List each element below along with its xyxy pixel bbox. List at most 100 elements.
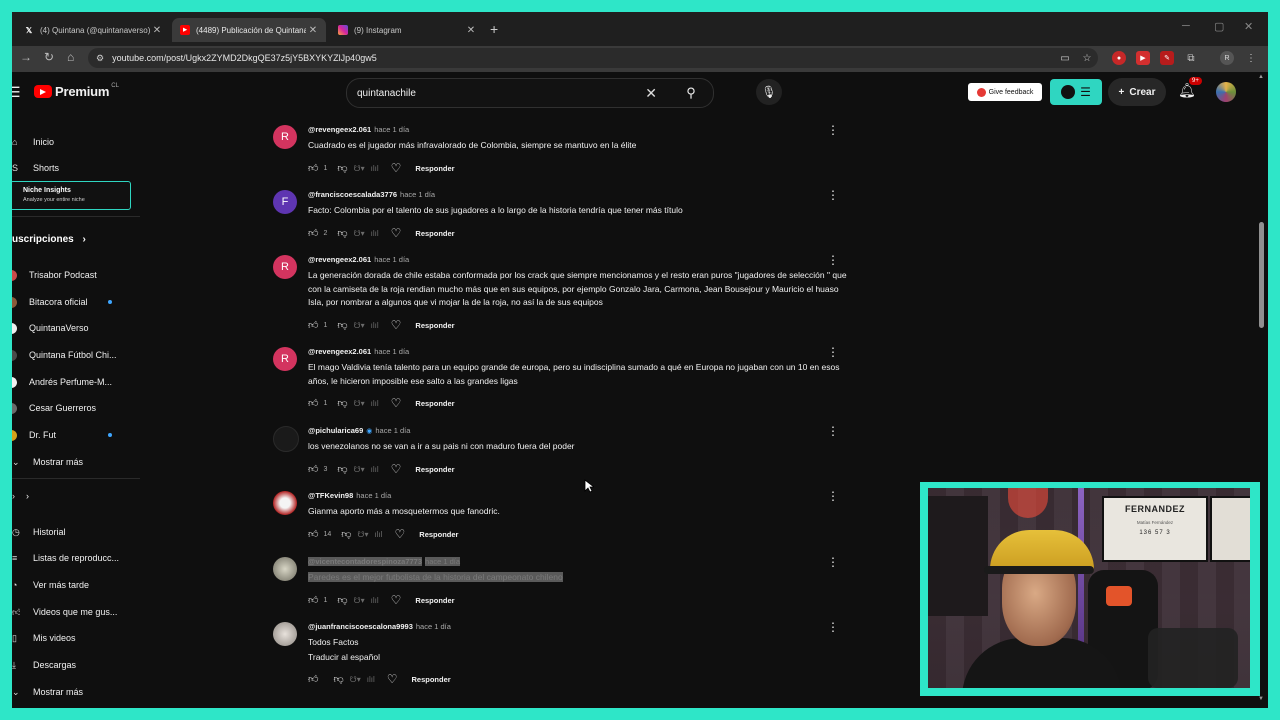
extension-icon[interactable]: ▶ [1136,51,1150,65]
comment-author[interactable]: @TFKevin98 [308,491,353,500]
stats-icon[interactable]: ılıl [371,229,379,238]
address-bar[interactable]: ⚙ youtube.com/post/Ugkx2ZYMD2DkgQE37z5jY… [88,48,1098,68]
sidebar-item-my-videos[interactable]: ▯ Mis videos [12,628,76,648]
extension-dislike-icon[interactable]: ☋▾ [350,675,361,684]
thumbs-up-icon[interactable]: 👍︎ [308,528,318,540]
more-options-icon[interactable]: ⋮ [827,621,839,633]
heart-icon[interactable]: ♡ [391,226,402,240]
sidebar-item-inicio[interactable]: ⌂ Inicio [12,132,54,152]
stats-icon[interactable]: ılıl [371,399,379,408]
heart-icon[interactable]: ♡ [391,462,402,476]
heart-icon[interactable]: ♡ [391,396,402,410]
extension-dislike-icon[interactable]: ☋▾ [357,530,368,539]
cast-icon[interactable]: ▭ [1058,51,1072,65]
extension-icon[interactable]: ● [1112,51,1126,65]
home-icon[interactable]: ⌂ [67,50,74,64]
sidebar-subscription[interactable]: Quintana Fútbol Chi... [12,345,117,365]
sidebar-subscription[interactable]: QuintanaVerso [12,318,89,338]
thumbs-down-icon[interactable]: 👎︎ [337,463,347,475]
more-options-icon[interactable]: ⋮ [827,189,839,201]
sidebar-subscription[interactable]: Cesar Guerreros [12,398,96,418]
reply-button[interactable]: Responder [415,164,454,173]
comment-author[interactable]: @franciscoescalada3776 [308,190,397,199]
comment-time[interactable]: hace 1 día [416,622,451,631]
thumbs-up-icon[interactable]: 👍︎ [308,162,318,174]
thumbs-down-icon[interactable]: 👎︎ [337,319,347,331]
sidebar-you-heading[interactable]: › › [12,486,29,506]
user-avatar[interactable]: R [273,255,297,279]
niche-insights-banner[interactable]: Niche Insights Analyze your entire niche [12,181,131,210]
scrollbar-thumb[interactable] [1259,222,1264,328]
search-input[interactable]: quintanachile [357,88,645,99]
reply-button[interactable]: Responder [415,465,454,474]
new-tab-icon[interactable]: + [490,21,498,37]
user-avatar[interactable] [273,491,297,515]
bookmark-star-icon[interactable]: ☆ [1080,51,1094,65]
thumbs-down-icon[interactable]: 👎︎ [337,227,347,239]
maximize-icon[interactable]: ▢ [1214,20,1224,33]
thumbs-down-icon[interactable]: 👎︎ [341,528,351,540]
youtube-premium-logo[interactable]: Premium CL [34,83,119,99]
heart-icon[interactable]: ♡ [391,318,402,332]
extension-dislike-icon[interactable]: ☋▾ [354,321,365,330]
reply-button[interactable]: Responder [415,321,454,330]
more-options-icon[interactable]: ⋮ [827,124,839,136]
thumbs-up-icon[interactable]: 👍︎ [308,227,318,239]
user-avatar[interactable]: R [273,347,297,371]
more-options-icon[interactable]: ⋮ [827,254,839,266]
user-avatar[interactable]: R [273,125,297,149]
comment-author[interactable]: @juanfranciscoescalona9993 [308,622,413,631]
sidebar-item-watch-later[interactable]: ◔ Ver más tarde [12,575,89,595]
stats-icon[interactable]: ılıl [371,596,379,605]
browser-tab-instagram[interactable]: (9) Instagram ✕ [330,18,484,42]
stats-icon[interactable]: ılıl [371,164,379,173]
browser-tab-x[interactable]: 𝕏 (4) Quintana (@quintanaverso) ✕ [16,18,170,42]
extension-dislike-icon[interactable]: ☋▾ [354,399,365,408]
search-button[interactable]: ⚲ [669,79,713,107]
browser-menu-icon[interactable]: ⋮ [1244,51,1258,65]
extension-icon[interactable]: ✎ [1160,51,1174,65]
thumbs-up-icon[interactable]: 👍︎ [308,594,318,606]
sidebar-show-more-2[interactable]: ⌄ Mostrar más [12,682,83,702]
browser-tab-youtube[interactable]: ▶ (4489) Publicación de Quintana ✕ [172,18,326,42]
thumbs-up-icon[interactable]: 👍︎ [308,673,318,685]
user-avatar[interactable] [273,557,297,581]
scroll-down-icon[interactable]: ▼ [1258,696,1264,702]
extension-menu-button[interactable]: ☰ [1050,79,1102,105]
sidebar-show-more[interactable]: ⌄ Mostrar más [12,452,83,472]
reload-icon[interactable]: ↻ [44,50,54,64]
heart-icon[interactable]: ♡ [395,527,406,541]
stats-icon[interactable]: ılıl [375,530,383,539]
subscriptions-heading[interactable]: uscripciones › [12,234,86,245]
comment-time[interactable]: hace 1 día [374,255,409,264]
sidebar-item-historial[interactable]: ◷ Historial [12,522,66,542]
sidebar-item-playlists[interactable]: ≡ Listas de reproducc... [12,548,119,568]
comment-time[interactable]: hace 1 día [374,347,409,356]
site-settings-icon[interactable]: ⚙ [96,53,104,64]
reply-button[interactable]: Responder [415,399,454,408]
minimize-icon[interactable]: ─ [1182,20,1190,32]
comment-author[interactable]: @revengeex2.061 [308,347,371,356]
reply-button[interactable]: Responder [415,229,454,238]
heart-icon[interactable]: ♡ [391,161,402,175]
sidebar-item-shorts[interactable]: S Shorts [12,158,59,178]
extension-dislike-icon[interactable]: ☋▾ [354,229,365,238]
more-options-icon[interactable]: ⋮ [827,346,839,358]
account-avatar[interactable] [1216,82,1236,102]
comment-time[interactable]: hace 1 día [374,125,409,134]
stats-icon[interactable]: ılıl [371,321,379,330]
sidebar-subscription[interactable]: Dr. Fut [12,425,113,445]
thumbs-down-icon[interactable]: 👎︎ [333,673,343,685]
thumbs-down-icon[interactable]: 👎︎ [337,162,347,174]
extension-dislike-icon[interactable]: ☋▾ [354,596,365,605]
close-window-icon[interactable]: ✕ [1244,20,1253,33]
more-options-icon[interactable]: ⋮ [827,556,839,568]
extension-dislike-icon[interactable]: ☋▾ [354,465,365,474]
more-options-icon[interactable]: ⋮ [827,425,839,437]
sidebar-item-downloads[interactable]: ⤓ Descargas [12,655,76,675]
comment-author[interactable]: @pichularica69 [308,426,363,435]
reply-button[interactable]: Responder [415,596,454,605]
extensions-puzzle-icon[interactable]: ⧉ [1184,51,1198,65]
sidebar-subscription[interactable]: Bitacora oficial [12,292,112,312]
comment-time[interactable]: hace 1 día [375,426,410,435]
